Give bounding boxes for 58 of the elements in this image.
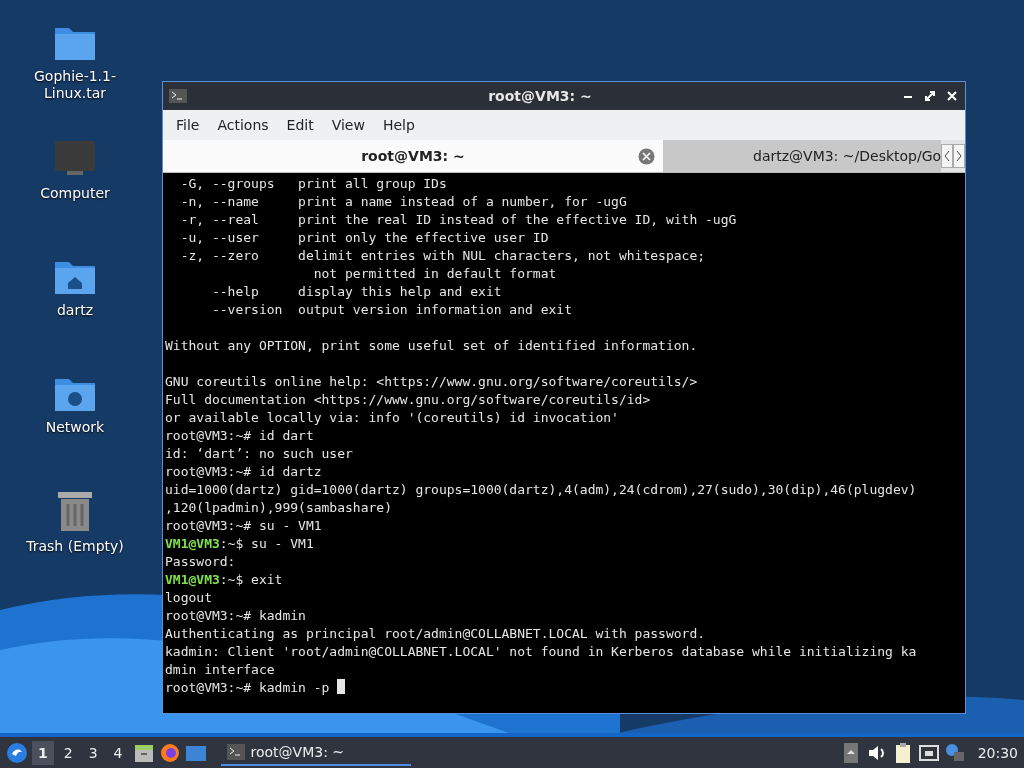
terminal-line: GNU coreutils online help: <https://www.gnu.org/software/coreutils/> <box>165 374 698 389</box>
terminal-line: Authenticating as principal root/admin@COLLABNET.LOCAL with password. <box>165 626 706 641</box>
terminal-line: root@VM3:~# kadmin <box>165 608 306 623</box>
terminal-line: Without any OPTION, print some useful set of identified information. <box>165 338 698 353</box>
menu-item[interactable]: Edit <box>277 117 323 133</box>
terminal-line: uid=1000(dartz) gid=1000(dartz) groups=1000(dartz),4(adm),24(cdrom),27(sudo),30(dip),46(plugdev) <box>165 482 917 497</box>
clock: 20:30 <box>977 744 1018 761</box>
terminal-line: -z, --zero delimit entries with NUL characters, not whitespace; <box>179 248 706 263</box>
maximize-icon[interactable] <box>923 89 937 103</box>
window-title: root@VM3: ~ <box>487 88 593 104</box>
close-icon[interactable] <box>945 89 959 103</box>
prompt-user: VM1@VM3 <box>165 572 220 587</box>
menu-item[interactable]: View <box>322 117 374 133</box>
terminal-line: -n, --name print a name instead of a number, for -ugG <box>179 194 627 209</box>
menu-item[interactable]: Help <box>373 117 424 133</box>
terminal-icon <box>169 89 187 103</box>
terminal-line: -u, --user print only the effective user ID <box>179 230 549 245</box>
terminal-line: kadmin: Client 'root/admin@COLLABNET.LOCAL' not found in Kerberos database while initializing ka <box>165 644 917 659</box>
scroll-left-icon[interactable] <box>941 144 953 168</box>
tab[interactable]: root@VM3: ~ <box>163 140 663 172</box>
terminal-line: or available locally via: info '(coreutils) id invocation' <box>165 410 619 425</box>
task-button[interactable]: root@VM3: ~ <box>220 739 411 766</box>
terminal-line: :~$ su - VM1 <box>219 536 314 551</box>
notification-icon[interactable] <box>943 741 966 764</box>
icon-label[interactable]: Trash (Empty) <box>26 538 124 555</box>
terminal-line: dmin interface <box>165 662 275 677</box>
icon-label[interactable]: Gophie-1.1- Linux.tar <box>33 68 116 102</box>
terminal-line: Full documentation <https://www.gnu.org/software/coreutils/id> <box>165 392 651 407</box>
terminal-line: :~$ exit <box>219 572 283 587</box>
workspace-button[interactable]: 2 <box>57 740 79 765</box>
tab[interactable]: dartz@VM3: ~/Desktop/Go <box>663 140 941 172</box>
browser-icon[interactable] <box>158 741 181 764</box>
terminal-line: --help display this help and exit <box>210 284 502 299</box>
icon-label[interactable]: Computer <box>40 185 110 202</box>
terminal-line: Password: <box>165 554 236 569</box>
terminal-line: ,120(lpadmin),999(sambashare) <box>165 500 392 515</box>
terminal-line: root@VM3:~# id dartz <box>165 464 322 479</box>
terminal-line: root@VM3:~# id dart <box>165 428 314 443</box>
icon-label[interactable]: dartz <box>56 302 94 319</box>
terminal-icon <box>226 743 245 760</box>
start-menu-icon[interactable] <box>6 741 28 764</box>
terminal-line: id: ‘dart’: no such user <box>165 446 353 461</box>
icon-label[interactable]: Network <box>45 419 105 436</box>
terminal-line: --version output version information and exit <box>210 302 572 317</box>
terminal-line: not permitted in default format <box>312 266 557 281</box>
terminal-line: -G, --groups print all group IDs <box>179 176 447 191</box>
terminal-line: logout <box>165 590 212 605</box>
scroll-right-icon[interactable] <box>953 144 965 168</box>
terminal-line: -r, --real print the real ID instead of the effective ID, with -ugG <box>179 212 737 227</box>
terminal-line: root@VM3:~# kadmin -p <box>165 680 331 695</box>
workspace-button[interactable]: 3 <box>82 740 104 765</box>
trash-icon <box>56 490 94 532</box>
workspace-button[interactable]: 1 <box>32 740 54 765</box>
prompt-user: VM1@VM3 <box>165 536 220 551</box>
terminal-line: root@VM3:~# su - VM1 <box>165 518 322 533</box>
menu-item[interactable]: Actions <box>208 117 278 133</box>
workspace-button[interactable]: 4 <box>107 740 129 765</box>
menu-item[interactable]: File <box>167 117 209 133</box>
